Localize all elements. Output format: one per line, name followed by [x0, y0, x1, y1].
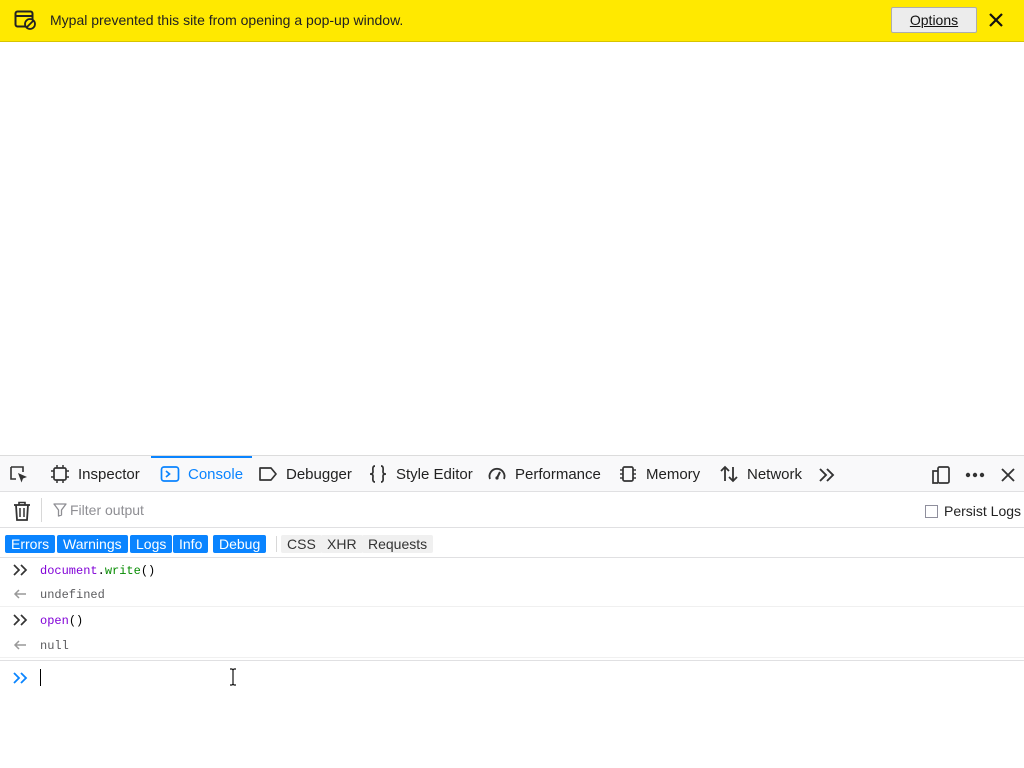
- tab-label: Console: [188, 465, 244, 483]
- clear-console-trash-icon[interactable]: [12, 500, 32, 522]
- filter-requests-button[interactable]: Requests: [362, 535, 434, 553]
- responsive-mode-icon[interactable]: [930, 464, 952, 486]
- devtools-panel: Inspector Console Debugger Style Editor: [0, 455, 1024, 768]
- console-filter-bar: Persist Logs: [0, 492, 1024, 528]
- divider: [41, 498, 42, 522]
- tab-debugger[interactable]: Debugger: [258, 456, 352, 492]
- tab-network[interactable]: Network: [719, 456, 802, 492]
- tab-label: Network: [747, 465, 803, 483]
- console-level-filters: Errors Warnings Logs Info Debug CSS XHR …: [0, 528, 1024, 558]
- checkbox[interactable]: [925, 504, 938, 518]
- filter-logs-button[interactable]: Logs: [130, 535, 173, 553]
- divider: [276, 536, 277, 552]
- filter-funnel-icon: [53, 503, 67, 517]
- text-caret: [40, 669, 41, 686]
- command-chevron-icon: [13, 564, 28, 576]
- console-result-row: null: [0, 633, 1024, 658]
- filter-errors-button[interactable]: Errors: [5, 535, 56, 553]
- persist-logs-label: Persist Logs: [944, 503, 1022, 519]
- tab-console[interactable]: Console: [151, 456, 253, 492]
- tab-label: Style Editor: [396, 465, 473, 483]
- performance-icon: [488, 467, 506, 480]
- filter-xhr-button[interactable]: XHR: [321, 535, 363, 553]
- console-input-line[interactable]: [0, 660, 1024, 690]
- filter-css-button[interactable]: CSS: [281, 535, 322, 553]
- input-prompt-chevron-icon: [13, 672, 28, 684]
- console-command-row: open(): [0, 608, 1024, 633]
- notification-message: Mypal prevented this site from opening a…: [50, 12, 404, 28]
- popup-blocked-notification: Mypal prevented this site from opening a…: [0, 0, 1024, 42]
- filter-info-button[interactable]: Info: [173, 535, 209, 553]
- console-output: document.write() undefined open() null: [0, 558, 1024, 658]
- result-arrow-icon: [13, 640, 26, 650]
- more-tools-chevron-icon[interactable]: [816, 464, 838, 486]
- persist-logs-checkbox[interactable]: Persist Logs: [925, 503, 1021, 519]
- tab-label: Performance: [515, 465, 601, 483]
- tab-label: Debugger: [286, 465, 352, 483]
- result-text: undefined: [40, 588, 105, 602]
- more-options-icon[interactable]: [964, 464, 986, 486]
- tab-memory[interactable]: Memory: [618, 456, 700, 492]
- close-devtools-icon[interactable]: [997, 464, 1019, 486]
- console-command-row: document.write(): [0, 558, 1024, 583]
- command-chevron-icon: [13, 614, 28, 626]
- popup-blocked-icon: [14, 10, 36, 30]
- tab-style-editor[interactable]: Style Editor: [368, 456, 473, 492]
- command-text: open(): [40, 614, 84, 628]
- console-result-row: undefined: [0, 582, 1024, 607]
- filter-warnings-button[interactable]: Warnings: [57, 535, 128, 553]
- inspector-icon: [51, 465, 69, 483]
- page-content: [0, 42, 1024, 455]
- element-picker-icon[interactable]: [8, 464, 30, 486]
- tab-label: Memory: [646, 465, 701, 483]
- filter-output-input[interactable]: [70, 500, 470, 520]
- memory-icon: [620, 466, 636, 482]
- tab-inspector[interactable]: Inspector: [50, 456, 140, 492]
- tab-label: Inspector: [78, 465, 140, 483]
- mouse-ibeam-cursor-icon: [230, 668, 236, 686]
- console-icon: [160, 466, 180, 482]
- style-editor-icon: [369, 465, 387, 483]
- filter-debug-button[interactable]: Debug: [213, 535, 267, 553]
- close-icon[interactable]: [986, 10, 1006, 30]
- command-text: document.write(): [40, 564, 156, 578]
- result-text: null: [40, 639, 69, 653]
- devtools-toolbar: Inspector Console Debugger Style Editor: [0, 456, 1024, 492]
- tab-performance[interactable]: Performance: [487, 456, 601, 492]
- result-arrow-icon: [13, 589, 26, 599]
- options-button[interactable]: Options: [891, 7, 977, 33]
- network-icon: [720, 465, 738, 483]
- debugger-icon: [259, 467, 277, 481]
